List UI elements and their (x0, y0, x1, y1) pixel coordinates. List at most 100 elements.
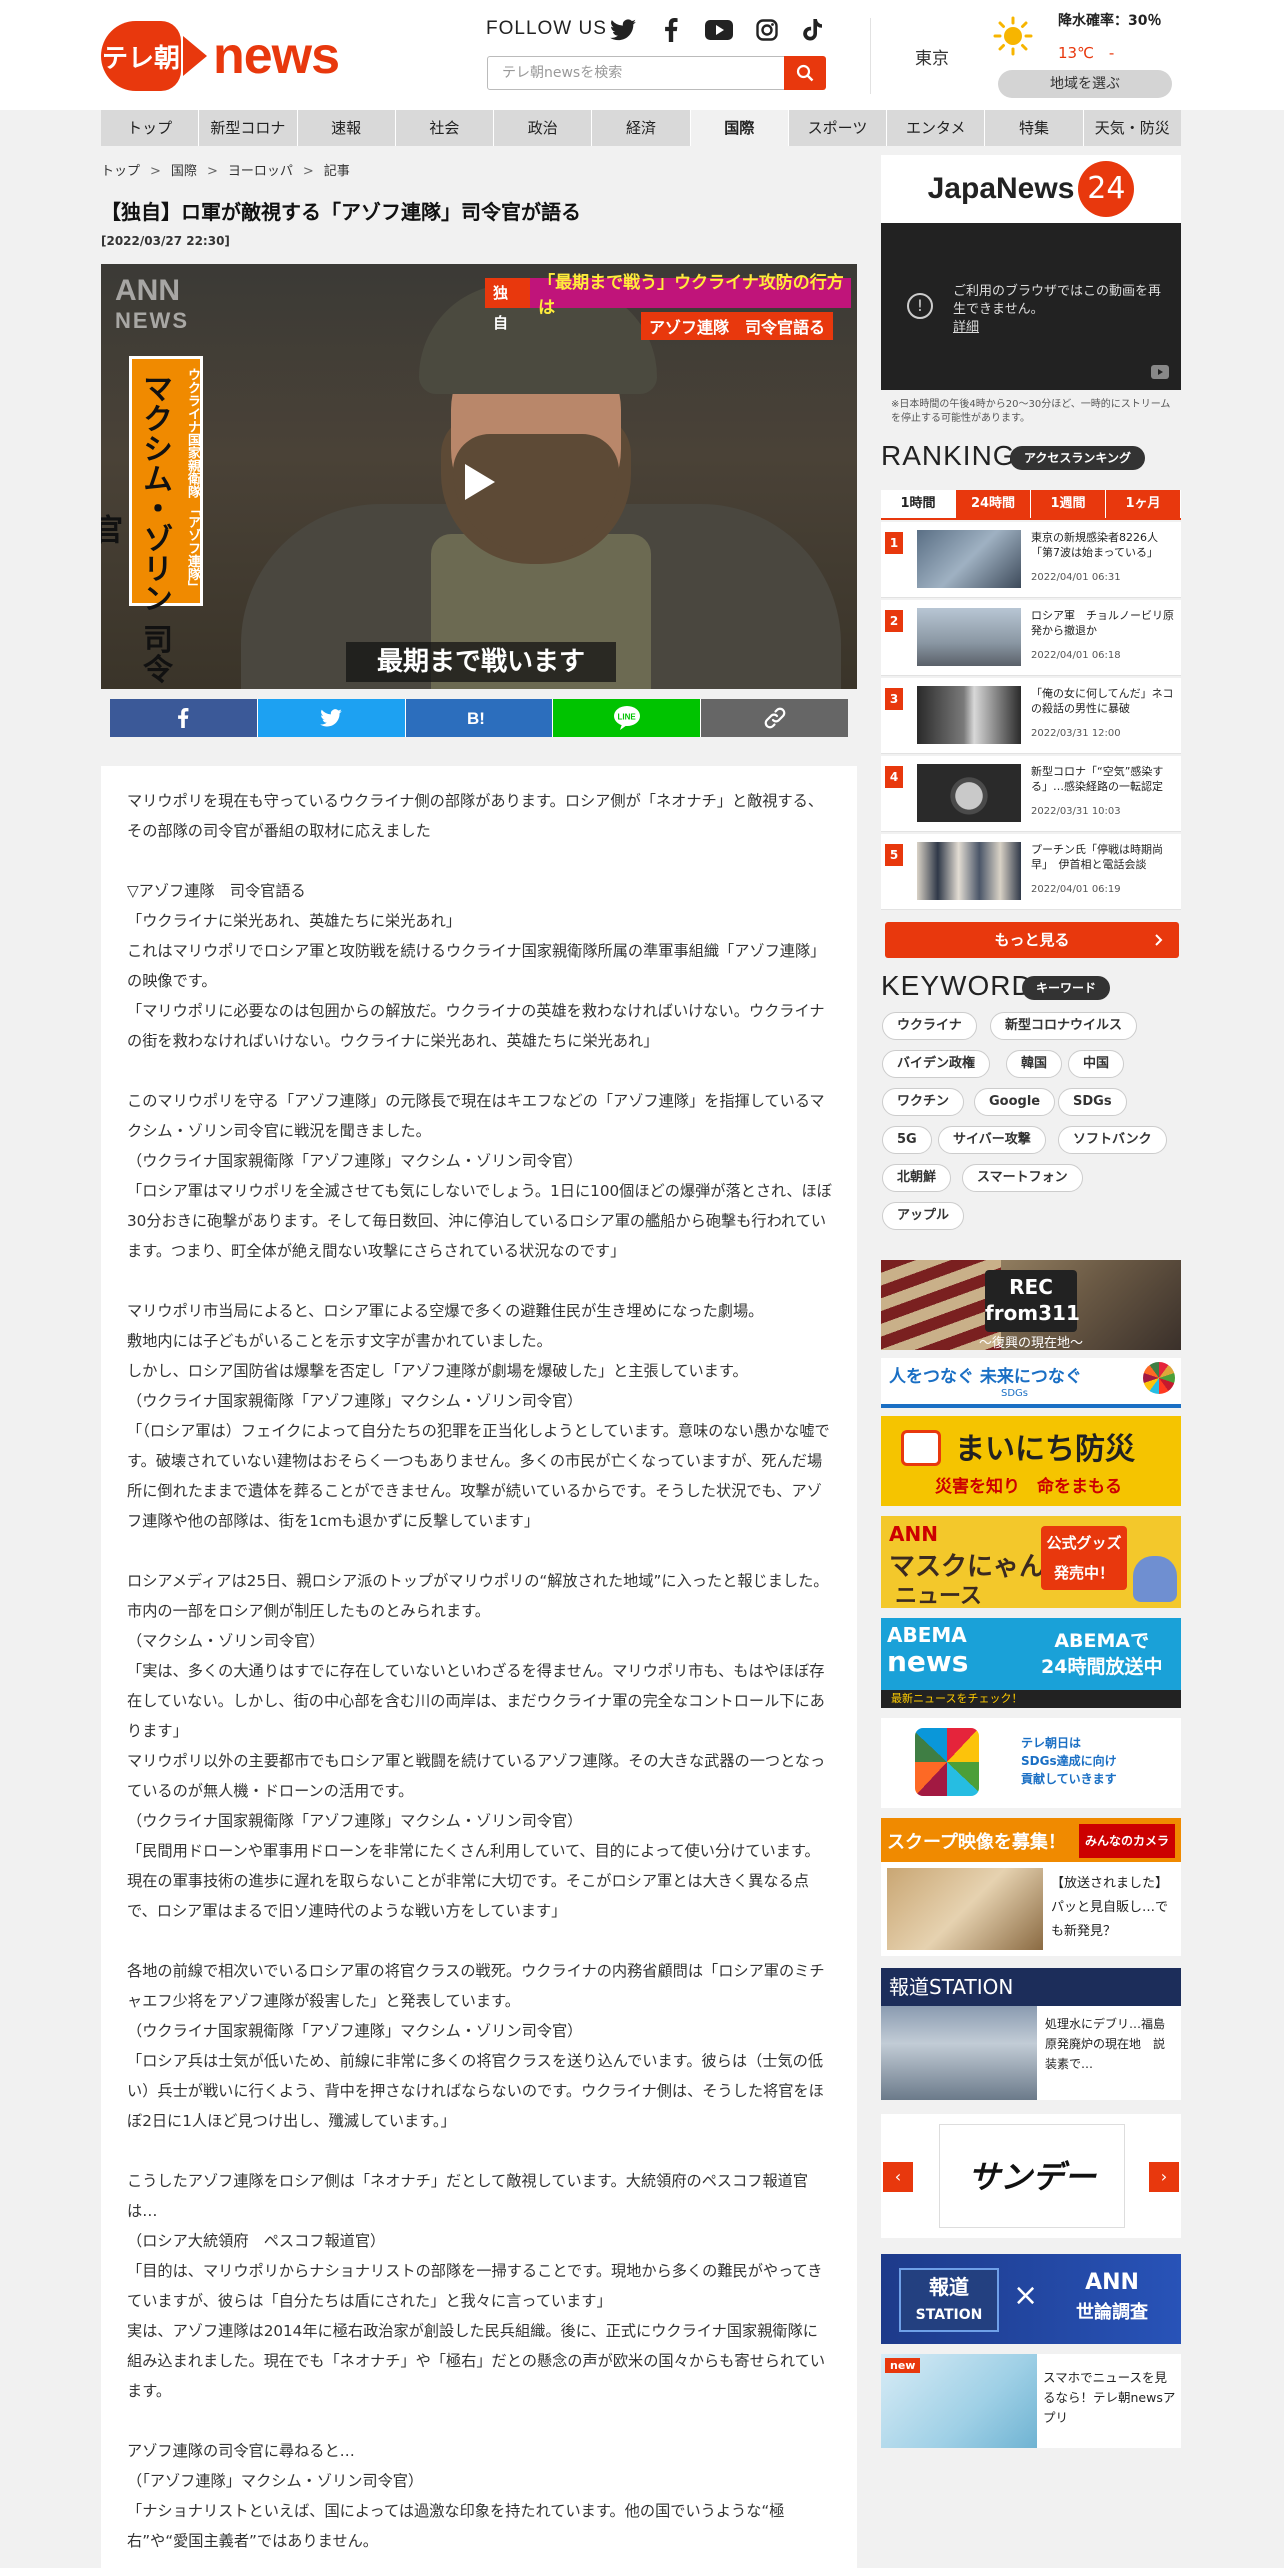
site-logo[interactable]: テレ朝 news (101, 20, 340, 92)
select-area-button[interactable]: 地域を選ぶ (998, 70, 1172, 98)
share-line-button[interactable]: LINE (553, 699, 702, 737)
play-button[interactable] (429, 432, 529, 532)
article-paragraph: （ウクライナ国家親衛隊「アゾフ連隊」マクシム・ゾリン司令官） (127, 1392, 583, 1410)
share-twitter-button[interactable] (257, 699, 406, 737)
video-player[interactable]: ANN NEWS 独自 「最期まで戦う」ウクライナ攻防の行方は アゾフ連隊 司令… (101, 264, 857, 689)
tiktok-icon[interactable] (800, 14, 826, 46)
keyword-tag[interactable]: アップル (882, 1202, 965, 1230)
ranking-thumbnail (917, 608, 1021, 666)
facebook-icon[interactable] (656, 14, 686, 46)
video-caption: 最期まで戦います (346, 642, 616, 682)
keyword-tag[interactable]: ウクライナ (882, 1012, 977, 1040)
weather-city: 東京 (915, 49, 949, 69)
article-paragraph: 「ウクライナに栄光あれ、英雄たちに栄光あれ」 (127, 912, 461, 930)
keyword-tag[interactable]: バイデン政権 (882, 1050, 991, 1078)
rec-logo: REC from311 (985, 1270, 1080, 1332)
nav-feature[interactable]: 特集 (985, 110, 1084, 146)
ranking-item[interactable]: 4 新型コロナ「“空気”感染する」…感染経路の一転認定 2022/03/31 1… (881, 756, 1181, 832)
keyword-tag[interactable]: ソフトバンク (1058, 1126, 1167, 1154)
nav-society[interactable]: 社会 (396, 110, 495, 146)
ranking-title-text: プーチン氏「停戦は時期尚早」 伊首相と電話会談 (1031, 843, 1163, 871)
sdgs-banner[interactable]: 人をつなぐ 未来につなぐ SDGs (881, 1358, 1181, 1408)
keyword-tag[interactable]: 中国 (1068, 1050, 1125, 1078)
keyword-tag[interactable]: Google (974, 1088, 1056, 1116)
twitter-icon (320, 709, 342, 727)
rec-from-311-banner[interactable]: REC from311 ～復興の現在地～ (881, 1260, 1181, 1350)
abema-banner[interactable]: ABEMA news ABEMAで 24時間放送中 最新ニュースをチェック！ (881, 1618, 1181, 1708)
search-input[interactable]: テレ朝newsを検索 (487, 56, 785, 90)
ranking-tab-1h[interactable]: 1時間 (881, 490, 956, 518)
more-ranking-button[interactable]: もっと見る (885, 922, 1179, 958)
keyword-tag[interactable]: スマートフォン (962, 1164, 1083, 1192)
twitter-icon[interactable] (608, 14, 638, 46)
instagram-icon[interactable] (752, 14, 782, 46)
share-hatena-button[interactable]: B! (405, 699, 554, 737)
rank-number: 3 (885, 688, 903, 710)
article-paragraph: （ウクライナ国家親衛隊「アゾフ連隊」マクシム・ゾリン司令官） (127, 1152, 583, 1170)
breadcrumb-top[interactable]: トップ (101, 164, 140, 179)
line-icon: LINE (613, 706, 640, 730)
nav-entertainment[interactable]: エンタメ (887, 110, 986, 146)
bousai-icon (901, 1430, 941, 1466)
nav-corona[interactable]: 新型コロナ (199, 110, 298, 146)
rank-number: 5 (885, 844, 903, 866)
nav-weather[interactable]: 天気・防災 (1084, 110, 1181, 146)
japanews24-player[interactable]: JapaNews 24 ! ご利用のブラウザではこの動画を再生できません。 詳細 (881, 155, 1181, 390)
ranking-tab-24h[interactable]: 24時間 (956, 490, 1031, 518)
scoop-banner[interactable]: スクープ映像を募集！ みんなのカメラ 【放送されました】 パッと見自販し…でも新発… (881, 1818, 1181, 1956)
keyword-tag[interactable]: SDGs (1058, 1088, 1127, 1116)
facebook-icon (178, 708, 189, 728)
ranking-tab-1w[interactable]: 1週間 (1031, 490, 1106, 518)
mask-nyan-banner[interactable]: ANN マスクにゃん ニュース 公式グッズ 発売中！ (881, 1516, 1181, 1608)
keyword-tag[interactable]: サイバー攻撃 (938, 1126, 1046, 1154)
youtube-icon[interactable] (702, 14, 736, 46)
ranking-thumbnail (917, 764, 1021, 822)
bousai-sub: 災害を知り 命をまもる (935, 1477, 1122, 1497)
ranking-item[interactable]: 3 「俺の女に何してんだ」ネコの殺話の男性に暴破 2022/03/31 12:0… (881, 678, 1181, 754)
keyword-tag[interactable]: 北朝鮮 (882, 1164, 952, 1192)
article-paragraph: （マクシム・ゾリン司令官） (127, 1632, 325, 1650)
ranking-date: 2022/04/01 06:19 (1031, 884, 1121, 895)
prev-arrow-button[interactable]: ‹ (883, 2162, 913, 2192)
ranking-item[interactable]: 1 東京の新規感染者8226人「第7波は始まっている」 2022/04/01 0… (881, 522, 1181, 598)
breadcrumb-europe[interactable]: ヨーロッパ (228, 164, 293, 179)
breadcrumb-international[interactable]: 国際 (171, 164, 197, 179)
next-arrow-button[interactable]: › (1149, 2162, 1179, 2192)
article-paragraph: マリウポリを現在も守っているウクライナ側の部隊があります。ロシア側が「ネオナチ」… (127, 792, 824, 840)
share-facebook-button[interactable] (110, 699, 258, 737)
japanews24-note: ※日本時間の午後4時から20～30分ほど、一時的にストリームを停止する可能性があ… (891, 399, 1171, 424)
ranking-item[interactable]: 2 ロシア軍 チョルノービリ原発から撤退か 2022/04/01 06:18 (881, 600, 1181, 676)
article-paragraph: アゾフ連隊の司令官に尋ねると… (127, 2442, 355, 2460)
site-header: テレ朝 news FOLLOW US テレ朝newsを検索 東京 降水確率：30… (0, 0, 1284, 110)
details-link[interactable]: 詳細 (953, 319, 1163, 337)
rank-number: 2 (885, 610, 903, 632)
survey-banner[interactable]: 報道 STATION × ANN 世論調査 (881, 2254, 1181, 2344)
keyword-tag[interactable]: 韓国 (1006, 1050, 1063, 1078)
ranking-tab-1m[interactable]: 1ヶ月 (1106, 490, 1181, 518)
sunday-live-banner[interactable]: ‹ サンデーLIVE!! › (881, 2114, 1181, 2238)
nav-sports[interactable]: スポーツ (789, 110, 888, 146)
ranking-item[interactable]: 5 プーチン氏「停戦は時期尚早」 伊首相と電話会談 2022/04/01 06:… (881, 834, 1181, 910)
app-banner[interactable]: new スマホでニュースを見るなら！テレ朝newsアプリ (881, 2354, 1181, 2448)
search-button[interactable] (784, 56, 826, 90)
nav-international[interactable]: 国際 (690, 110, 789, 146)
nav-breaking[interactable]: 速報 (298, 110, 396, 146)
houdou-station-banner[interactable]: 報道STATION 処理水にデブリ…福島原発廃炉の現在地 説装素で… (881, 1968, 1181, 2100)
keyword-tag[interactable]: ワクチン (882, 1088, 965, 1116)
breadcrumb-article: 記事 (323, 164, 350, 179)
keyword-tag[interactable]: 5G (882, 1126, 932, 1154)
nav-top[interactable]: トップ (101, 110, 200, 146)
video-banner: 独自 「最期まで戦う」ウクライナ攻防の行方は (485, 273, 851, 332)
mainichi-bousai-banner[interactable]: まいにち防災 災害を知り 命をまもる (881, 1416, 1181, 1506)
nav-economy[interactable]: 経済 (592, 110, 691, 146)
keyword-tag[interactable]: 新型コロナウイルス (990, 1012, 1138, 1040)
nav-politics[interactable]: 政治 (494, 110, 593, 146)
article-paragraph: 「ロシア軍はマリウポリを全滅させても気にしないでしょう。1日に100個ほどの爆弾… (127, 1182, 832, 1260)
sdgs-week-banner[interactable]: テレ朝日は SDGs達成に向け 貢献していきます (881, 1718, 1181, 1808)
sdgs-cube-icon (915, 1728, 979, 1796)
copy-link-button[interactable] (701, 699, 848, 737)
article-paragraph: （ウクライナ国家親衛隊「アゾフ連隊」マクシム・ゾリン司令官） (127, 2022, 583, 2040)
